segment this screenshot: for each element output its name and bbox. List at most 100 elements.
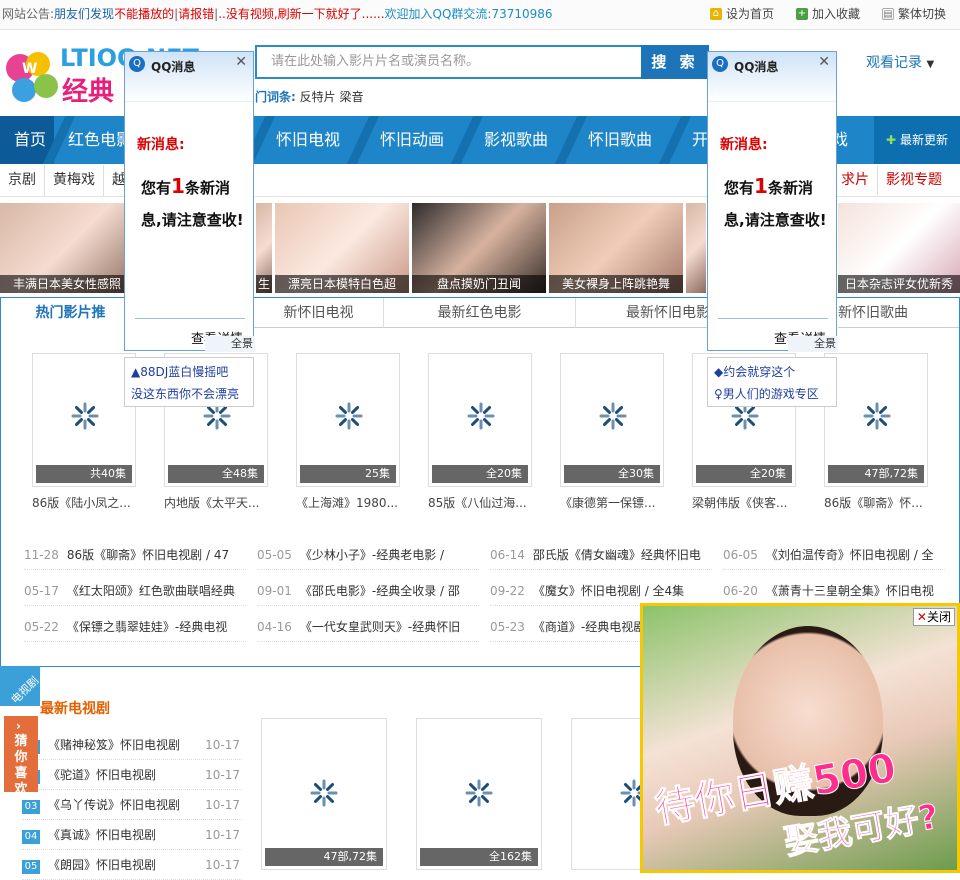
hot-keyword[interactable]: 梁音 [339, 90, 363, 104]
list-item[interactable]: 04-16 《一代女皇武则天》-经典怀旧 [257, 612, 479, 642]
tab-new-red-movie[interactable]: 最新红色电影 [384, 298, 576, 328]
logo-sub: 经典 [62, 76, 114, 107]
movie-title[interactable]: 梁朝伟版《侠客... [692, 494, 812, 511]
tv-list-item[interactable]: 02《驼道》怀旧电视剧10-17 [22, 760, 242, 790]
subnav-item[interactable]: 黄梅戏 [45, 165, 104, 196]
episode-badge: 全162集 [420, 848, 538, 866]
episode-badge: 全30集 [564, 465, 660, 483]
movie-title[interactable]: 86版《陆小凤之... [32, 494, 152, 511]
loading-spinner-icon [335, 402, 363, 430]
watch-history-label: 观看记录 [866, 55, 922, 71]
watch-history-dropdown[interactable]: 观看记录 ▼ [866, 52, 934, 72]
tab-new-old-tv[interactable]: 新怀旧电视 [254, 298, 384, 328]
set-home-label: 设为首页 [725, 7, 774, 21]
plus-icon: ✚ [886, 133, 897, 147]
loading-spinner-icon [71, 402, 99, 430]
tv-list-item[interactable]: 04 《真诚》怀旧电视剧 10-17 [22, 820, 242, 850]
subnav-item-topics[interactable]: 影视专题 [878, 165, 960, 195]
list-item[interactable]: 09-22 《魔女》怀旧电视剧 / 全4集 [490, 576, 712, 606]
movie-card[interactable]: 全20集 [428, 353, 532, 487]
latest-update-button[interactable]: ✚ 最新更新 [874, 116, 960, 164]
guess-you-like-label: 猜你喜欢 [14, 734, 28, 797]
nav-item-film-songs[interactable]: 影视歌曲 [462, 116, 566, 164]
ad-link[interactable]: ◆约会就穿这个 [714, 361, 830, 383]
movie-title[interactable]: 《康德第一保镖... [560, 494, 680, 511]
traditional-switch-link[interactable]: ▤ 繁体切换 [881, 0, 946, 28]
photo-caption: 生 [256, 275, 272, 293]
movie-card[interactable]: 全30集 [560, 353, 664, 487]
photo-thumbnail[interactable]: 生 [256, 203, 272, 293]
movie-title[interactable]: 内地版《太平天... [164, 494, 284, 511]
rank-badge: 05 [22, 860, 40, 874]
qq-logo-icon: Q [712, 56, 728, 72]
movie-card[interactable]: 47部,72集 [824, 353, 928, 487]
tv-card[interactable]: 全162集 [416, 718, 542, 870]
qq-message-popup-left: Q QQ消息 ✕ 新消息: 您有1条新消息,请注意查收! 查看详情 全景 [124, 51, 255, 352]
list-date: 09-01 [257, 584, 292, 598]
ad-link[interactable]: ♀男人们的游戏专区 [714, 383, 830, 405]
plus-icon: + [795, 8, 808, 20]
add-favorite-link[interactable]: + 加入收藏 [795, 0, 860, 28]
search-button[interactable]: 搜 索 [641, 45, 709, 79]
list-item[interactable]: 05-17 《红太阳颂》红色歌曲联唱经典 [24, 576, 246, 606]
tv-date: 10-17 [205, 738, 240, 752]
list-date: 09-22 [490, 584, 525, 598]
hot-keyword[interactable]: 反特片 [300, 90, 336, 104]
tab-new-old-songs[interactable]: 新怀旧歌曲 [838, 298, 959, 328]
notice-part: 请报错 [178, 7, 215, 21]
photo-caption: 日本杂志评女优新秀 [838, 275, 960, 293]
tab-new-old-movie[interactable]: 最新怀旧电影 [576, 298, 708, 328]
photo-thumbnail[interactable] [686, 203, 706, 293]
tv-list-item[interactable]: 03 《乌丫传说》怀旧电视剧 10-17 [22, 790, 242, 820]
tv-list-item[interactable]: 01《赌神秘笈》怀旧电视剧10-17 [22, 730, 242, 760]
photo-caption: 丰满日本美女性感照 [0, 275, 134, 293]
episode-badge: 全48集 [168, 465, 264, 483]
tv-date: 10-17 [205, 828, 240, 842]
close-icon[interactable]: ✕ [235, 54, 247, 70]
photo-thumbnail[interactable]: 丰满日本美女性感照 [0, 203, 134, 293]
list-date: 05-23 [490, 620, 525, 634]
photo-thumbnail[interactable]: 漂亮日本模特白色超 [275, 203, 409, 293]
guess-you-like-button[interactable]: › 猜你喜欢 [4, 716, 38, 797]
movie-title[interactable]: 86版《聊斋》怀... [824, 494, 944, 511]
subnav-item-request[interactable]: 求片 [833, 165, 878, 195]
nav-item-old-songs[interactable]: 怀旧歌曲 [566, 116, 670, 164]
tv-title: 《驼道》怀旧电视剧 [48, 768, 157, 782]
photo-thumbnail[interactable]: 美女裸身上阵跳艳舞 [549, 203, 683, 293]
tv-list-item[interactable]: 05 《朗园》怀旧电视剧 10-17 [22, 850, 242, 880]
ad-link[interactable]: 没这东西你不会漂亮 [131, 383, 247, 405]
photo-caption: 美女裸身上阵跳艳舞 [549, 275, 683, 293]
close-icon[interactable]: ✕ [818, 54, 830, 70]
chevron-right-icon: › [16, 719, 21, 733]
movie-title[interactable]: 《上海滩》1980... [296, 494, 416, 511]
list-item[interactable]: 06-20 《萧青十三皇朝全集》怀旧电视 [723, 576, 945, 606]
list-item[interactable]: 05-05 《少林小子》-经典老电影 / [257, 540, 479, 570]
top-notice-bar: 网站公告:朋友们发现不能播放的|请报错|..没有视频,刷新一下就好了......… [0, 0, 960, 30]
tab-hot-films[interactable]: 热门影片推 [1, 298, 141, 328]
photo-thumbnail[interactable]: 日本杂志评女优新秀 [838, 203, 960, 293]
nav-item-old-animation[interactable]: 怀旧动画 [358, 116, 462, 164]
nav-item-old-tv[interactable]: 怀旧电视 [254, 116, 358, 164]
ad-close-label: 关闭 [926, 610, 951, 624]
list-item[interactable]: 06-05 《刘伯温传奇》怀旧电视剧 / 全 [723, 540, 945, 570]
set-home-link[interactable]: ⌂ 设为首页 [709, 0, 774, 28]
list-item[interactable]: 09-01 《邵氏电影》-经典全收录 / 邵 [257, 576, 479, 606]
qq-panorama-tag[interactable]: 全景 [788, 336, 838, 352]
search-input[interactable]: 请在此处输入影片片名或演员名称。 [255, 45, 641, 79]
tv-title: 《赌神秘笈》怀旧电视剧 [48, 738, 181, 752]
movie-card[interactable]: 25集 [296, 353, 400, 487]
ad-link[interactable]: ▲88DJ蓝白慢摇吧 [131, 361, 247, 383]
movie-title[interactable]: 85版《八仙过海... [428, 494, 548, 511]
qq-panorama-tag[interactable]: 全景 [205, 336, 255, 352]
tv-card[interactable]: 47部,72集 [261, 718, 387, 870]
floating-ad[interactable]: 待你日赚500 娶我可好? ✕关闭 [640, 603, 960, 873]
notice-part: 朋友们发现 [54, 7, 115, 21]
ad-close-button[interactable]: ✕关闭 [912, 608, 955, 626]
list-item[interactable]: 05-22 《保镖之翡翠娃娃》-经典电视 [24, 612, 246, 642]
list-item[interactable]: 11-28 86版《聊斋》怀旧电视剧 / 47 [24, 540, 246, 570]
document-icon: ▤ [881, 8, 894, 20]
movie-card[interactable]: 共40集 [32, 353, 136, 487]
subnav-item[interactable]: 京剧 [0, 165, 45, 196]
list-item[interactable]: 06-14 邵氏版《倩女幽魂》经典怀旧电 [490, 540, 712, 570]
photo-thumbnail[interactable]: 盘点摸奶门丑闻 [412, 203, 546, 293]
